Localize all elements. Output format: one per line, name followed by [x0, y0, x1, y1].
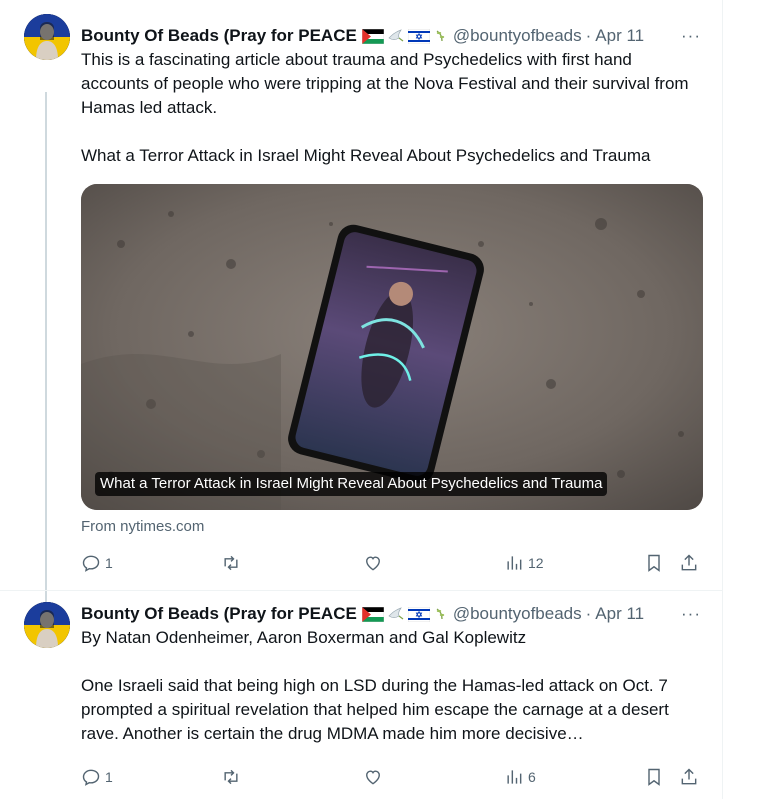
reply-button[interactable]: 1: [81, 548, 113, 578]
tweet-paragraph: By Natan Odenheimer, Aaron Boxerman and …: [81, 628, 527, 647]
bookmark-button[interactable]: [644, 762, 664, 792]
share-button[interactable]: [679, 762, 699, 792]
like-icon: [366, 770, 380, 785]
israel-flag-icon: [407, 28, 430, 44]
more-icon[interactable]: ···: [681, 26, 701, 46]
like-button[interactable]: [363, 548, 383, 578]
views-icon: [507, 556, 522, 570]
reply-icon: [82, 555, 100, 572]
link-card[interactable]: What a Terror Attack in Israel Might Rev…: [81, 184, 703, 510]
avatar[interactable]: [24, 14, 70, 60]
palestine-flag-icon: [361, 28, 384, 44]
dove-icon: [436, 608, 445, 620]
palestine-flag-icon: [361, 606, 384, 622]
views-count: 6: [528, 769, 536, 785]
card-caption: What a Terror Attack in Israel Might Rev…: [95, 472, 608, 496]
tweet-text: By Natan Odenheimer, Aaron Boxerman and …: [81, 626, 703, 746]
timeline-border: [722, 0, 723, 799]
reply-count: 1: [105, 769, 113, 785]
bookmark-icon: [648, 554, 660, 572]
views-count: 12: [528, 555, 544, 571]
retweet-button[interactable]: [221, 548, 241, 578]
israel-flag-icon: [407, 606, 430, 622]
dove-icon: [388, 607, 404, 620]
tweet-paragraph: This is a fascinating article about trau…: [81, 50, 689, 117]
author-name[interactable]: Bounty Of Beads (Pray for PEACE: [81, 26, 357, 46]
views-button[interactable]: 12: [504, 548, 544, 578]
author-name[interactable]: Bounty Of Beads (Pray for PEACE: [81, 604, 357, 624]
tweet-date[interactable]: Apr 11: [595, 26, 644, 46]
share-icon: [681, 554, 697, 571]
tweet-paragraph: One Israeli said that being high on LSD …: [81, 676, 669, 743]
like-button[interactable]: [363, 762, 383, 792]
retweet-button[interactable]: [221, 762, 241, 792]
tweet-actions: 1 12: [81, 548, 703, 578]
article-image: [81, 184, 703, 510]
tweet-text: This is a fascinating article about trau…: [81, 48, 703, 168]
reply-icon: [82, 769, 100, 786]
author-handle[interactable]: @bountyofbeads: [453, 26, 582, 46]
views-icon: [507, 770, 522, 784]
retweet-icon: [224, 555, 238, 571]
reply-count: 1: [105, 555, 113, 571]
bookmark-button[interactable]: [644, 548, 664, 578]
reply-button[interactable]: 1: [81, 762, 113, 792]
tweet-divider: [0, 590, 722, 591]
more-icon[interactable]: ···: [681, 604, 701, 624]
separator-dot: ·: [585, 26, 592, 45]
dove-icon: [388, 29, 404, 42]
share-icon: [681, 768, 697, 785]
avatar[interactable]: [24, 602, 70, 648]
separator-dot: ·: [585, 604, 592, 623]
retweet-icon: [224, 769, 238, 785]
tweet-paragraph: What a Terror Attack in Israel Might Rev…: [81, 146, 651, 165]
tweet-actions: 1 6: [81, 762, 703, 792]
share-button[interactable]: [679, 548, 699, 578]
card-source[interactable]: From nytimes.com: [81, 516, 703, 538]
tweet-date[interactable]: Apr 11: [595, 604, 644, 624]
dove-icon: [436, 30, 445, 42]
bookmark-icon: [648, 768, 660, 786]
like-icon: [366, 556, 380, 571]
views-button[interactable]: 6: [504, 762, 536, 792]
thread-connector-line: [45, 92, 47, 602]
author-handle[interactable]: @bountyofbeads: [453, 604, 582, 624]
